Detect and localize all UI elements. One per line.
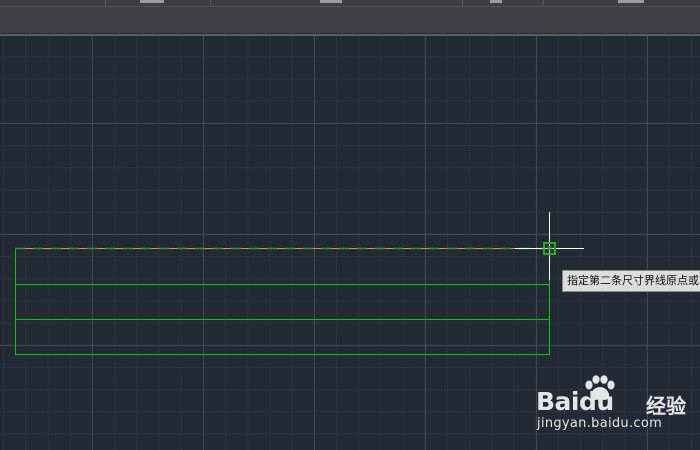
snap-marker-fill (546, 245, 553, 252)
dynamic-input-tooltip: 指定第二条尺寸界线原点或 (562, 270, 700, 292)
watermark-brand: Baidu (536, 387, 614, 416)
watermark-product: 经验 (646, 394, 686, 418)
watermark-url: jingyan.baidu.com (537, 416, 663, 431)
baidu-jingyan-watermark: Baidu 经验 jingyan.baidu.com (536, 375, 696, 435)
green-rectangles (15, 248, 550, 355)
